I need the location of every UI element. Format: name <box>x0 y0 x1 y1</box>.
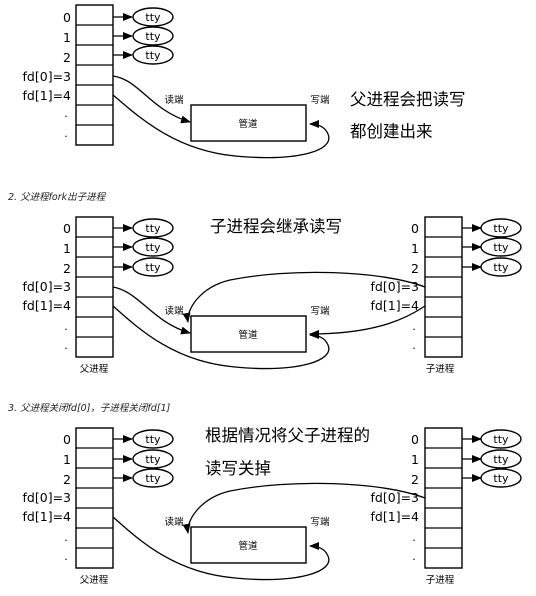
pipe-label: 管道 <box>238 118 258 130</box>
fd-label-0: 0 <box>411 432 419 447</box>
fd-label-write: fd[1]=4 <box>371 509 420 524</box>
fd-label-1: 1 <box>63 30 71 45</box>
fd-label-1: 1 <box>63 452 71 467</box>
fd-ellipsis-dot: . <box>64 107 68 120</box>
fd-ellipsis-dot: . <box>64 550 68 563</box>
tty-label: tty <box>145 453 161 466</box>
panel-1: 0 1 2 fd[0]=3 fd[1]=4 . . tty tty tty 管道… <box>23 4 466 159</box>
fd-label-1: 1 <box>411 452 419 467</box>
tty-label: tty <box>145 222 161 235</box>
parent-process-label: 父进程 <box>80 575 109 586</box>
fd-ellipsis-dot: . <box>412 339 416 352</box>
fd-label-2: 2 <box>63 50 71 65</box>
parent-process-label: 父进程 <box>80 364 109 375</box>
step-2-note-line-1: 子进程会继承读写 <box>210 217 342 236</box>
step-3-note-line-2: 读写关掉 <box>205 459 271 478</box>
write-end-label: 写端 <box>310 516 330 528</box>
fd-label-read: fd[0]=3 <box>23 279 71 294</box>
fd-label-2: 2 <box>411 472 419 487</box>
fd-label-read: fd[0]=3 <box>371 279 419 294</box>
pipe-fork-diagram: 0 1 2 fd[0]=3 fd[1]=4 . . tty tty tty 管道… <box>8 4 522 586</box>
step-3-note-line-1: 根据情况将父子进程的 <box>205 426 370 445</box>
fd-label-0: 0 <box>411 221 419 236</box>
fd-ellipsis-dot: . <box>64 320 68 333</box>
tty-label: tty <box>493 453 509 466</box>
fd-ellipsis-dot: . <box>412 550 416 563</box>
fd-label-read: fd[0]=3 <box>23 490 71 505</box>
step-1-note-line-1: 父进程会把读写 <box>350 90 466 109</box>
fd-label-write: fd[1]=4 <box>371 298 420 313</box>
child-process-label: 子进程 <box>426 364 455 375</box>
fd-ellipsis-dot: . <box>64 531 68 544</box>
parent-fd-table <box>75 427 114 569</box>
step-3-caption: 3. 父进程关闭fd[0]，子进程关闭fd[1] <box>8 403 171 414</box>
parent-fd-table <box>75 216 114 358</box>
fd-label-0: 0 <box>63 432 71 447</box>
tty-label: tty <box>493 433 509 446</box>
fd-ellipsis-dot: . <box>412 320 416 333</box>
tty-label: tty <box>493 241 509 254</box>
read-end-label: 读端 <box>164 516 184 528</box>
fd-ellipsis-dot: . <box>412 531 416 544</box>
panel-2: 子进程会继承读写 0 1 2 fd[0]=3 fd[1]=4 . . 父进程 t… <box>23 216 522 375</box>
child-fd-table <box>424 427 463 569</box>
tty-label: tty <box>145 241 161 254</box>
fd-label-read: fd[0]=3 <box>23 69 71 84</box>
fd-ellipsis-dot: . <box>64 127 68 140</box>
fd-label-read: fd[0]=3 <box>371 490 419 505</box>
child-process-label: 子进程 <box>426 575 455 586</box>
fd-label-2: 2 <box>411 261 419 276</box>
tty-label: tty <box>493 261 509 274</box>
fd-label-1: 1 <box>63 241 71 256</box>
fd-label-2: 2 <box>63 261 71 276</box>
tty-label: tty <box>145 11 161 24</box>
pipe-label: 管道 <box>238 540 258 552</box>
fd-label-0: 0 <box>63 221 71 236</box>
child-fd-table <box>424 216 463 358</box>
tty-label: tty <box>145 49 161 62</box>
fd-label-write: fd[1]=4 <box>23 298 72 313</box>
tty-label: tty <box>145 30 161 43</box>
fd-label-2: 2 <box>63 472 71 487</box>
fd-label-write: fd[1]=4 <box>23 509 72 524</box>
read-end-label: 读端 <box>164 305 184 317</box>
tty-label: tty <box>145 261 161 274</box>
fd-ellipsis-dot: . <box>64 339 68 352</box>
tty-label: tty <box>493 222 509 235</box>
step-1-note-line-2: 都创建出来 <box>350 122 433 141</box>
fd-label-0: 0 <box>63 10 71 25</box>
write-end-label: 写端 <box>310 94 330 106</box>
tty-label: tty <box>493 472 509 485</box>
tty-label: tty <box>145 433 161 446</box>
read-end-label: 读端 <box>164 94 184 106</box>
fd-label-1: 1 <box>411 241 419 256</box>
panel-3: 根据情况将父子进程的 读写关掉 0 1 2 fd[0]=3 fd[1]=4 . … <box>23 426 522 586</box>
write-end-label: 写端 <box>310 305 330 317</box>
pipe-label: 管道 <box>238 329 258 341</box>
tty-label: tty <box>145 472 161 485</box>
step-2-caption: 2. 父进程fork出子进程 <box>8 192 107 203</box>
parent-fd-table <box>75 4 114 146</box>
fd-label-write: fd[1]=4 <box>23 88 72 103</box>
